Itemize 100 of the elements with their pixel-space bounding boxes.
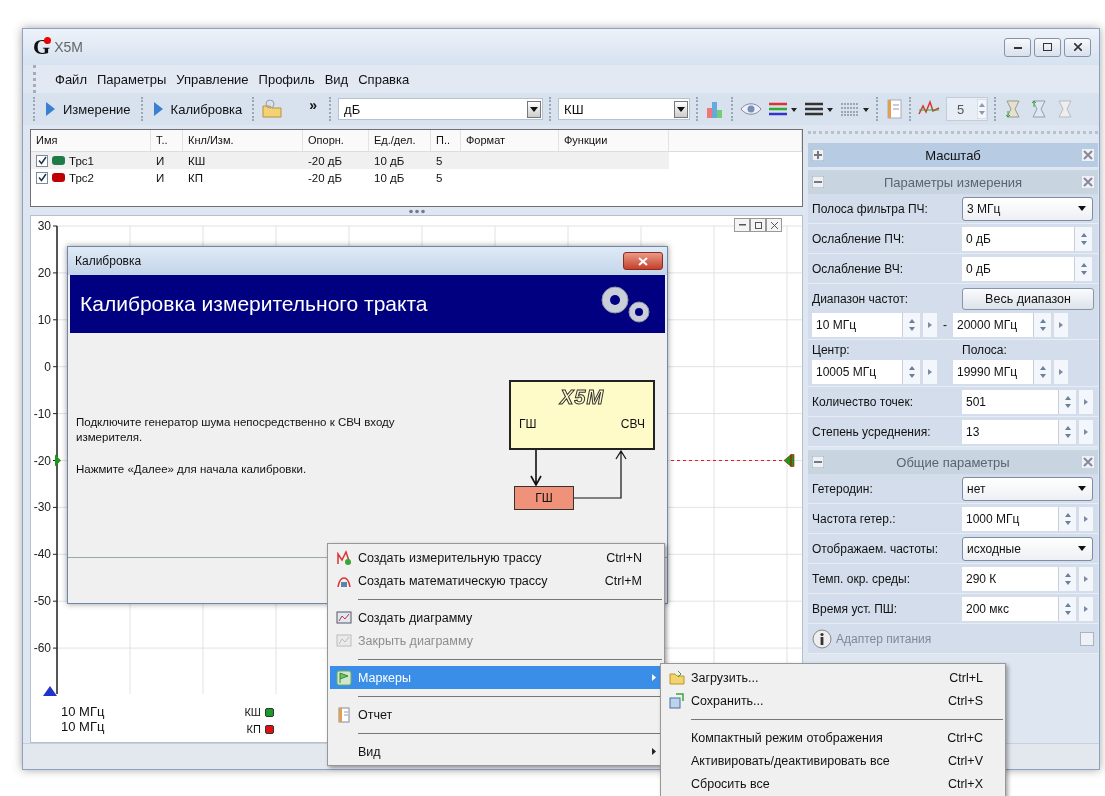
menu-item[interactable]: Профиль: [253, 71, 320, 87]
column-header[interactable]: Ед./дел.: [369, 130, 431, 152]
spin-buttons[interactable]: [1074, 256, 1092, 281]
menu-item[interactable]: Загрузить... Ctrl+L: [663, 666, 1003, 689]
connector-arrow: [574, 450, 628, 500]
input-field[interactable]: 20000 МГц: [953, 312, 1033, 337]
caret-right-icon: [1084, 515, 1088, 522]
input-field[interactable]: 10005 МГц: [812, 359, 902, 384]
checkbox[interactable]: [36, 154, 48, 167]
dropdown[interactable]: 3 МГц: [962, 196, 1093, 221]
plus-icon: [812, 149, 824, 161]
column-header[interactable]: Т..: [151, 130, 183, 152]
field-label: Адаптер питания: [836, 631, 933, 646]
spin-buttons[interactable]: [902, 312, 920, 337]
caret-icon: [1078, 486, 1086, 491]
toolbar-button[interactable]: Измерение: [42, 96, 135, 122]
step-button[interactable]: [1078, 419, 1093, 444]
play-icon: [46, 102, 55, 116]
menu-item[interactable]: Вид: [330, 740, 662, 763]
menu-item[interactable]: Отчет: [330, 703, 662, 726]
checkbox[interactable]: [36, 171, 48, 184]
spin-buttons[interactable]: [1058, 419, 1076, 444]
spin-buttons[interactable]: [1074, 226, 1092, 251]
dropdown[interactable]: исходные: [962, 536, 1093, 561]
section-header[interactable]: Общие параметры: [808, 450, 1098, 474]
toolbar-button[interactable]: Калибровка: [149, 96, 247, 122]
section-header[interactable]: Масштаб: [808, 143, 1098, 167]
input-field[interactable]: 501: [962, 389, 1058, 414]
folder-icon[interactable]: [261, 99, 284, 119]
menu-item[interactable]: Параметры: [91, 71, 172, 87]
spin-buttons[interactable]: [1058, 566, 1076, 591]
step-button[interactable]: [1078, 566, 1093, 591]
input-field[interactable]: 290 К: [962, 566, 1058, 591]
caret-icon: [530, 106, 539, 112]
close-button[interactable]: [766, 218, 782, 232]
input-field[interactable]: 10 МГц: [812, 312, 902, 337]
menu-item[interactable]: Создать математическую трассу Ctrl+M: [330, 569, 662, 592]
report-icon[interactable]: [885, 99, 904, 119]
column-header[interactable]: Функции: [559, 130, 669, 152]
input-field[interactable]: 13: [962, 419, 1058, 444]
input-field[interactable]: 200 мкс: [962, 596, 1058, 621]
menu-item[interactable]: Создать диаграмму: [330, 606, 662, 629]
menu-item[interactable]: Справка: [353, 71, 415, 87]
minus-icon: [812, 456, 824, 468]
step-button[interactable]: [1078, 389, 1093, 414]
spin-buttons[interactable]: [1058, 389, 1076, 414]
spin-buttons[interactable]: [1033, 312, 1051, 337]
spin-buttons[interactable]: [1033, 359, 1051, 384]
step-button[interactable]: [1078, 596, 1093, 621]
column-header[interactable]: Формат: [461, 130, 559, 152]
minimize-button[interactable]: [734, 218, 750, 232]
close-button[interactable]: [623, 252, 663, 270]
step-button[interactable]: [1078, 506, 1093, 531]
count-spinner[interactable]: 5: [946, 97, 989, 121]
dropdown[interactable]: нет: [962, 476, 1093, 501]
colored-lines-icon[interactable]: [768, 101, 799, 117]
input-field[interactable]: 0 дБ: [962, 226, 1074, 251]
close-icon: [638, 256, 648, 266]
input-field[interactable]: 1000 МГц: [962, 506, 1058, 531]
input-field[interactable]: 0 дБ: [962, 256, 1074, 281]
spin-buttons[interactable]: [1058, 506, 1076, 531]
axis-label: -20: [33, 453, 51, 468]
maximize-button[interactable]: [750, 218, 766, 232]
axis-label: -10: [33, 406, 51, 421]
caret-icon: [677, 106, 686, 112]
section-header[interactable]: Параметры измерения: [808, 170, 1098, 194]
up-down-icon: [1063, 394, 1072, 409]
unit-dropdown[interactable]: дБ: [338, 98, 544, 120]
menu-item[interactable]: Создать измерительную трассу Ctrl+N: [330, 546, 662, 569]
dialog-heading: Калибровка измерительного тракта: [80, 292, 428, 316]
channel-dropdown[interactable]: КШ: [558, 98, 691, 120]
menu-item[interactable]: Управление: [171, 71, 254, 87]
input-field[interactable]: 19990 МГц: [953, 359, 1033, 384]
menu-item[interactable]: Файл: [50, 71, 92, 87]
full-range-button[interactable]: Весь диапазон: [962, 287, 1094, 310]
step-button[interactable]: [922, 312, 937, 337]
column-header[interactable]: Кнл/Изм.: [183, 130, 303, 152]
column-header[interactable]: П..: [431, 130, 461, 152]
menu-item[interactable]: Сбросить все Ctrl+X: [663, 772, 1003, 795]
step-button[interactable]: [1053, 359, 1068, 384]
line-style-icon[interactable]: [840, 101, 871, 117]
eye-icon[interactable]: [740, 101, 763, 117]
close-button[interactable]: [1064, 37, 1091, 57]
menu-item[interactable]: Компактный режим отображения Ctrl+C: [663, 726, 1003, 749]
column-header[interactable]: Имя: [31, 130, 151, 152]
overflow-chevron[interactable]: »: [309, 97, 318, 113]
step-button[interactable]: [922, 359, 937, 384]
step-button[interactable]: [1053, 312, 1068, 337]
line-weight-icon[interactable]: [804, 101, 835, 117]
menu-item[interactable]: Вид: [319, 71, 354, 87]
maximize-icon: [754, 221, 762, 229]
menu-item[interactable]: Сохранить... Ctrl+S: [663, 689, 1003, 712]
legend-label: КШ: [244, 705, 261, 720]
column-header[interactable]: Опорн.: [303, 130, 369, 152]
spin-buttons[interactable]: [1058, 596, 1076, 621]
section-title: Масштаб: [924, 147, 982, 163]
maximize-button[interactable]: [1034, 37, 1061, 57]
spin-buttons[interactable]: [902, 359, 920, 384]
minimize-button[interactable]: [1004, 37, 1031, 57]
menu-item[interactable]: Активировать/деактивировать все Ctrl+V: [663, 749, 1003, 772]
